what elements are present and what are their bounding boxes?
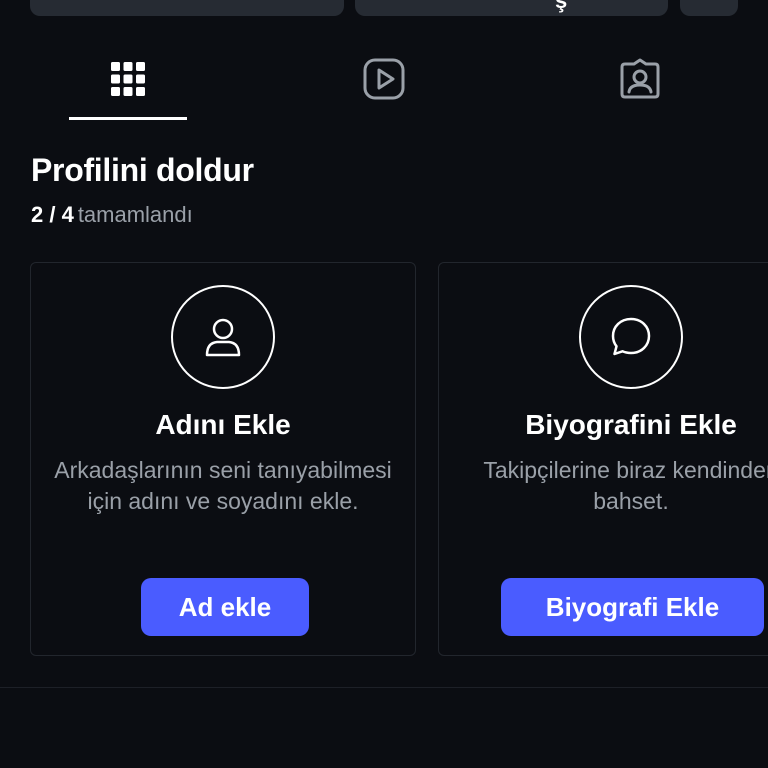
speech-bubble-icon: [579, 285, 683, 389]
tab-posts-grid[interactable]: [69, 40, 187, 122]
tab-reels[interactable]: [325, 40, 443, 122]
grid-icon: [111, 61, 145, 101]
section-divider: [0, 687, 768, 688]
discover-people-button[interactable]: [680, 0, 738, 16]
card-title: Adını Ekle: [155, 409, 291, 440]
active-tab-indicator: [69, 117, 187, 120]
tab-tagged[interactable]: [581, 40, 699, 122]
card-title: Biyografini Ekle: [525, 409, 737, 440]
profile-completion-title: Profilini doldur: [31, 152, 254, 188]
user-icon: [171, 285, 275, 389]
card-description: Arkadaşlarının seni tanıyabilmesi için a…: [54, 457, 392, 514]
completion-count: 2 / 4: [31, 202, 74, 227]
reels-play-icon: [363, 58, 405, 105]
edit-profile-button[interactable]: [30, 0, 344, 16]
card-description: Takipçilerine biraz kendinden bahset.: [483, 457, 768, 514]
add-name-card: Adını Ekle Arkadaşlarının seni tanıyabil…: [30, 262, 416, 656]
profile-tabs: [0, 40, 768, 122]
share-profile-label-fragment: ş: [555, 0, 568, 13]
add-bio-card: Biyografini Ekle Takipçilerine biraz ken…: [438, 262, 768, 656]
completion-status-label: tamamlandı: [77, 202, 193, 227]
profile-completion-progress: 2 / 4 tamamlandı: [31, 202, 193, 228]
add-bio-button[interactable]: Biyografi Ekle: [501, 578, 764, 636]
add-name-button[interactable]: Ad ekle: [141, 578, 309, 636]
tagged-person-icon: [619, 58, 661, 105]
profile-screen: ş Profilini doldur 2 / 4 tamamlandı Adın…: [0, 0, 768, 768]
share-profile-button[interactable]: ş: [355, 0, 668, 16]
